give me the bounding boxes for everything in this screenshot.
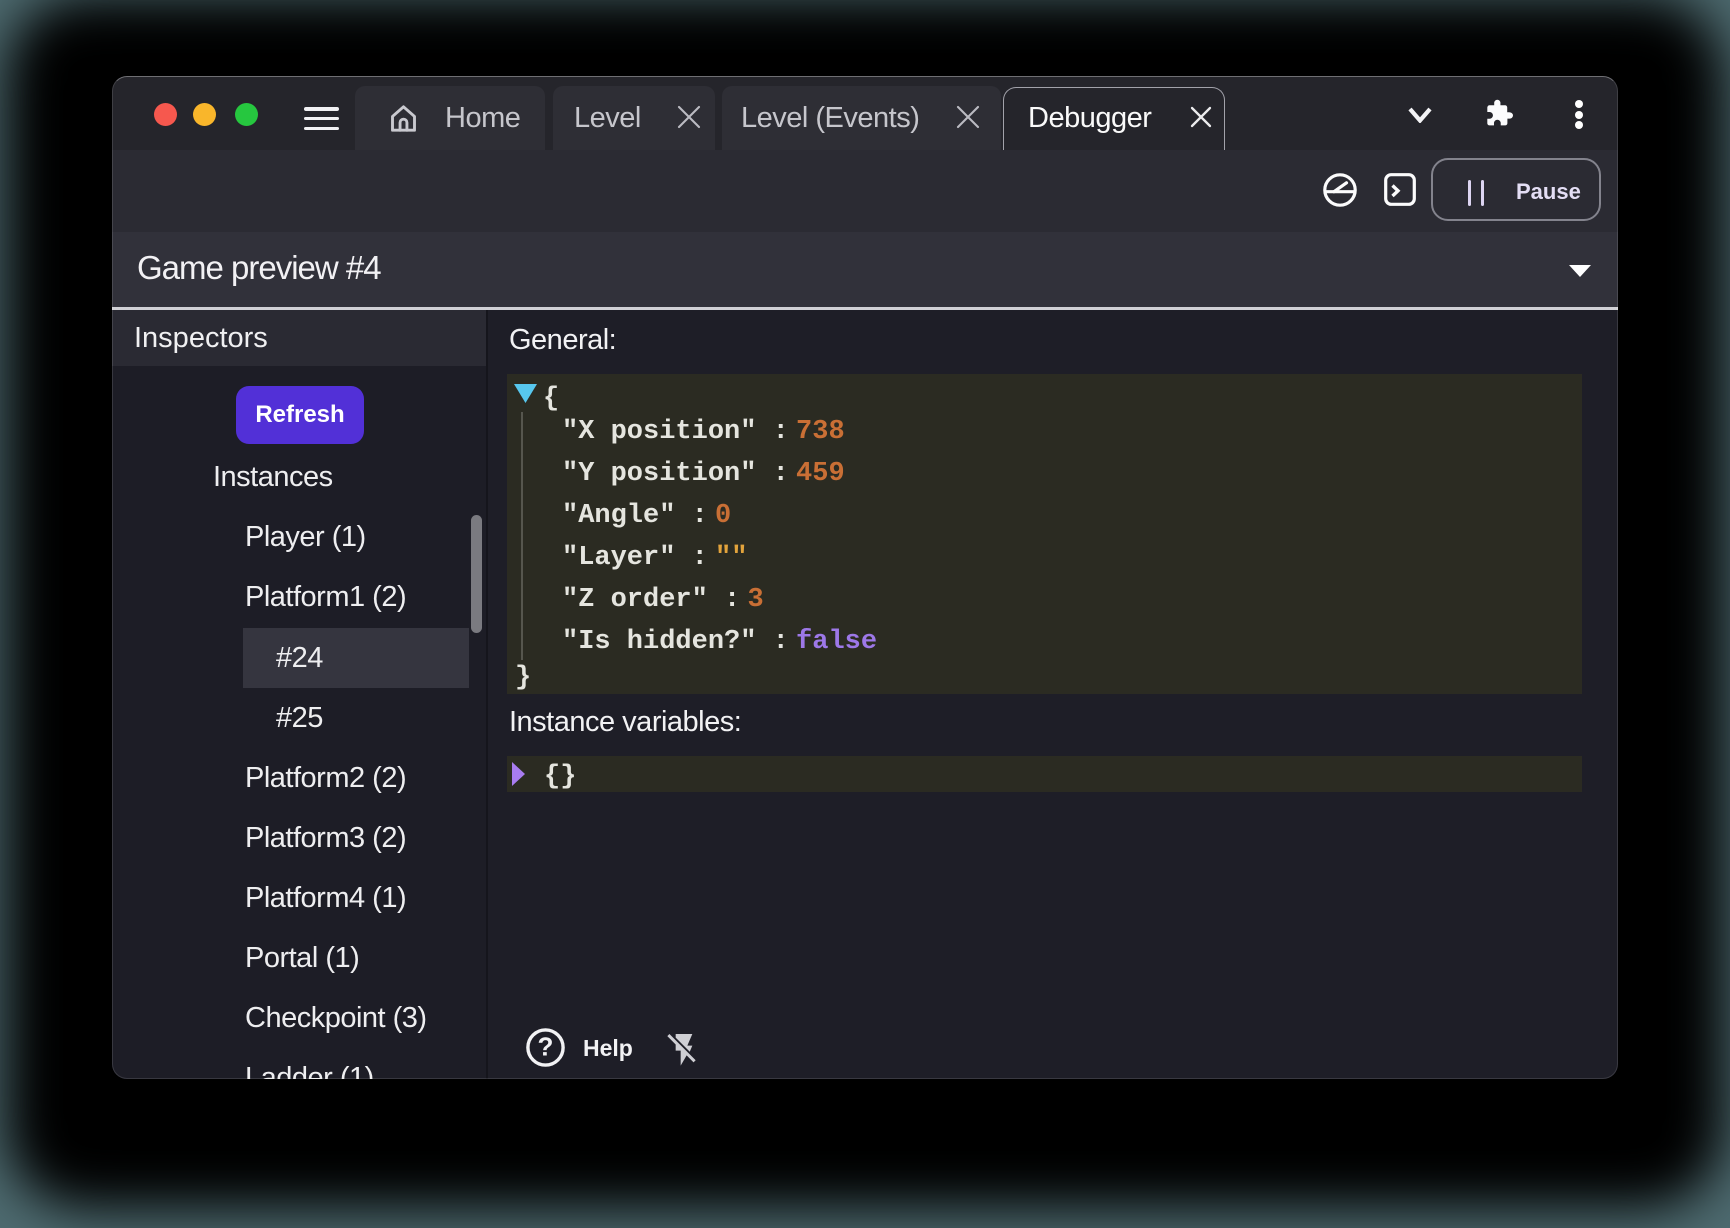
svg-text:?: ? <box>538 1032 554 1062</box>
